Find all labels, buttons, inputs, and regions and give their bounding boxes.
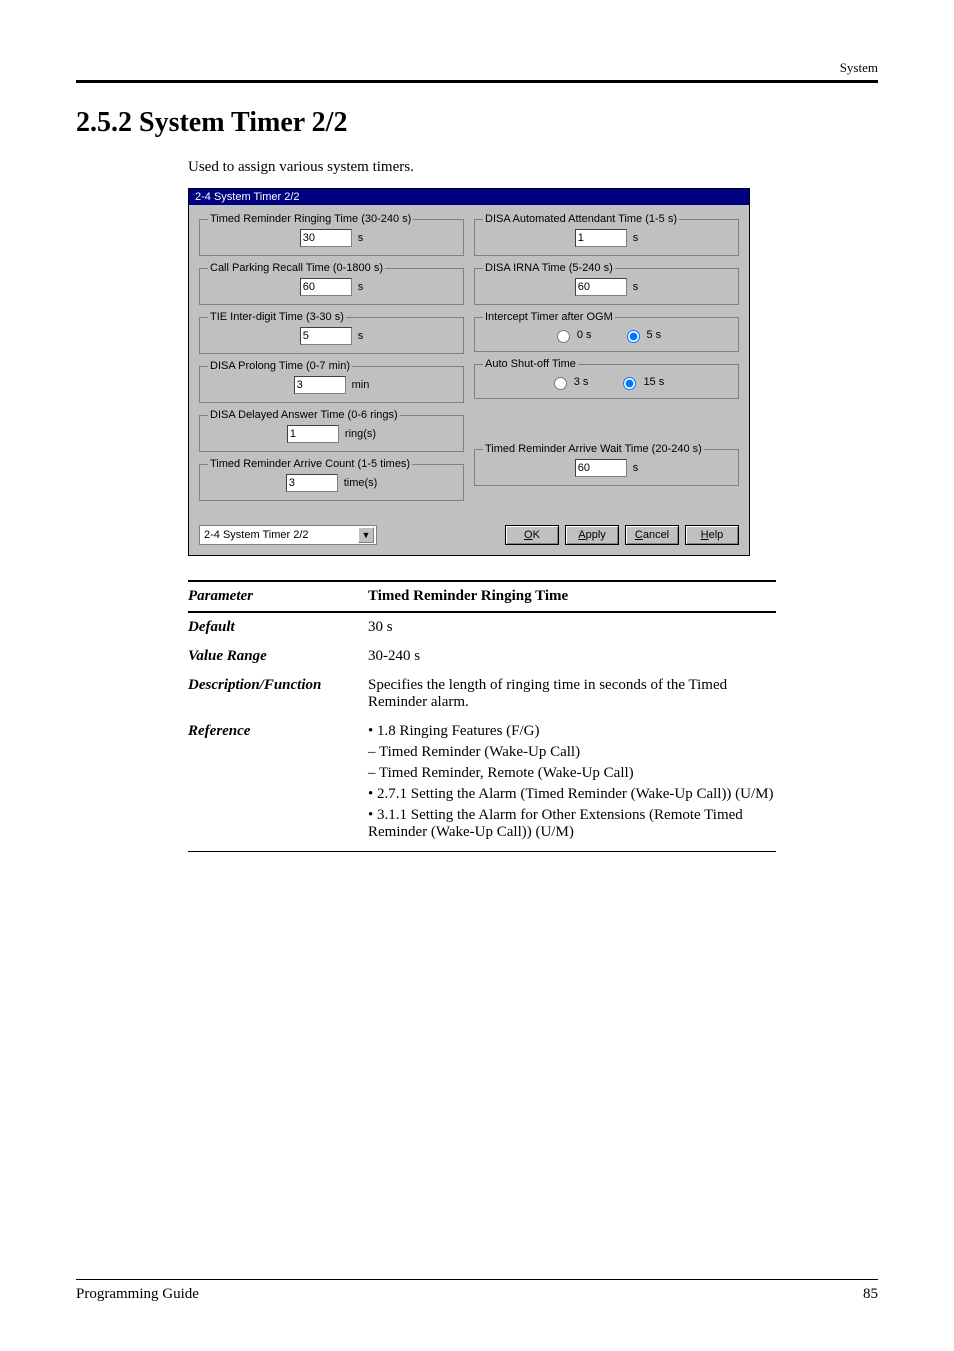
shutoff-15s-radio[interactable] (623, 377, 636, 390)
page-selector-combo[interactable]: 2-4 System Timer 2/2 ▼ (199, 525, 377, 545)
group-legend: Intercept Timer after OGM (483, 311, 615, 323)
call-parking-recall-input[interactable] (300, 278, 352, 296)
radio-label: 3 s (574, 376, 589, 388)
group-auto-shutoff: Auto Shut-off Time 3 s 15 s (474, 358, 739, 399)
cancel-accel: C (635, 529, 643, 541)
intercept-5s-option[interactable]: 5 s (622, 327, 662, 343)
ref-line: • 2.7.1 Setting the Alarm (Timed Reminde… (368, 786, 776, 803)
row-value-description: Specifies the length of ringing time in … (368, 677, 776, 711)
unit-label: ring(s) (345, 428, 376, 440)
rule (188, 851, 776, 852)
group-disa-delayed-answer: DISA Delayed Answer Time (0-6 rings) rin… (199, 409, 464, 452)
unit-label: min (352, 379, 370, 391)
col-header-value: Timed Reminder Ringing Time (368, 588, 776, 605)
cancel-button[interactable]: Cancel (625, 525, 679, 545)
ok-rest: K (533, 529, 540, 541)
group-disa-auto-attendant: DISA Automated Attendant Time (1-5 s) s (474, 213, 739, 256)
ref-line: • 3.1.1 Setting the Alarm for Other Exte… (368, 807, 776, 841)
radio-label: 5 s (647, 329, 662, 341)
reminder-arrive-count-input[interactable] (286, 474, 338, 492)
ok-accel: O (524, 529, 533, 541)
row-value-default: 30 s (368, 619, 776, 636)
row-value-reference: • 1.8 Ringing Features (F/G) – Timed Rem… (368, 723, 776, 845)
disa-prolong-input[interactable] (294, 376, 346, 394)
intro-text: Used to assign various system timers. (188, 159, 878, 176)
unit-label: s (358, 232, 364, 244)
group-disa-irna: DISA IRNA Time (5-240 s) s (474, 262, 739, 305)
reminder-ringing-time-input[interactable] (300, 229, 352, 247)
dialog-titlebar: 2-4 System Timer 2/2 (189, 189, 749, 205)
chevron-down-icon: ▼ (358, 527, 374, 543)
tie-interdigit-input[interactable] (300, 327, 352, 345)
row-label-reference: Reference (188, 723, 368, 740)
unit-label: s (633, 462, 639, 474)
col-header-parameter: Parameter (188, 588, 368, 605)
group-reminder-ringing-time: Timed Reminder Ringing Time (30-240 s) s (199, 213, 464, 256)
group-legend: DISA Delayed Answer Time (0-6 rings) (208, 409, 400, 421)
page-footer: Programming Guide 85 (76, 1279, 878, 1303)
unit-label: s (358, 281, 364, 293)
group-legend: Call Parking Recall Time (0-1800 s) (208, 262, 385, 274)
page-title: 2.5.2 System Timer 2/2 (76, 107, 878, 139)
group-legend: Timed Reminder Arrive Count (1-5 times) (208, 458, 412, 470)
group-legend: DISA Automated Attendant Time (1-5 s) (483, 213, 679, 225)
help-accel: H (701, 529, 709, 541)
ref-line: – Timed Reminder, Remote (Wake-Up Call) (368, 765, 776, 782)
unit-label: time(s) (344, 477, 378, 489)
group-reminder-arrive-count: Timed Reminder Arrive Count (1-5 times) … (199, 458, 464, 501)
reminder-arrive-wait-input[interactable] (575, 459, 627, 477)
group-legend: Timed Reminder Ringing Time (30-240 s) (208, 213, 413, 225)
unit-label: s (633, 232, 639, 244)
parameter-table: Parameter Timed Reminder Ringing Time De… (188, 580, 776, 852)
footer-left: Programming Guide (76, 1286, 199, 1303)
row-label-description: Description/Function (188, 677, 368, 694)
apply-accel: A (578, 529, 585, 541)
unit-label: s (358, 330, 364, 342)
ok-button[interactable]: OK (505, 525, 559, 545)
footer-page-number: 85 (863, 1286, 878, 1303)
apply-rest: pply (586, 529, 606, 541)
group-legend: DISA IRNA Time (5-240 s) (483, 262, 615, 274)
cancel-rest: ancel (643, 529, 669, 541)
ref-line: – Timed Reminder (Wake-Up Call) (368, 744, 776, 761)
row-label-range: Value Range (188, 648, 368, 665)
intercept-0s-option[interactable]: 0 s (552, 327, 592, 343)
group-legend: TIE Inter-digit Time (3-30 s) (208, 311, 346, 323)
system-timer-dialog: 2-4 System Timer 2/2 Timed Reminder Ring… (188, 188, 750, 556)
group-intercept-timer: Intercept Timer after OGM 0 s 5 s (474, 311, 739, 352)
intercept-0s-radio[interactable] (557, 330, 570, 343)
disa-delayed-answer-input[interactable] (287, 425, 339, 443)
group-legend: Timed Reminder Arrive Wait Time (20-240 … (483, 443, 704, 455)
group-tie-interdigit: TIE Inter-digit Time (3-30 s) s (199, 311, 464, 354)
ref-line: • 1.8 Ringing Features (F/G) (368, 723, 776, 740)
group-legend: Auto Shut-off Time (483, 358, 578, 370)
disa-auto-attendant-input[interactable] (575, 229, 627, 247)
help-button[interactable]: Help (685, 525, 739, 545)
radio-label: 0 s (577, 329, 592, 341)
unit-label: s (633, 281, 639, 293)
group-disa-prolong: DISA Prolong Time (0-7 min) min (199, 360, 464, 403)
shutoff-3s-radio[interactable] (554, 377, 567, 390)
group-call-parking-recall: Call Parking Recall Time (0-1800 s) s (199, 262, 464, 305)
combo-value: 2-4 System Timer 2/2 (204, 529, 309, 541)
row-value-range: 30-240 s (368, 648, 776, 665)
apply-button[interactable]: Apply (565, 525, 619, 545)
radio-label: 15 s (643, 376, 664, 388)
group-legend: DISA Prolong Time (0-7 min) (208, 360, 352, 372)
shutoff-3s-option[interactable]: 3 s (549, 374, 589, 390)
page-section-header: System (76, 60, 878, 76)
group-reminder-arrive-wait: Timed Reminder Arrive Wait Time (20-240 … (474, 443, 739, 486)
intercept-5s-radio[interactable] (627, 330, 640, 343)
disa-irna-input[interactable] (575, 278, 627, 296)
footer-rule (76, 1279, 878, 1280)
help-rest: elp (709, 529, 724, 541)
header-rule (76, 80, 878, 83)
shutoff-15s-option[interactable]: 15 s (618, 374, 664, 390)
row-label-default: Default (188, 619, 368, 636)
